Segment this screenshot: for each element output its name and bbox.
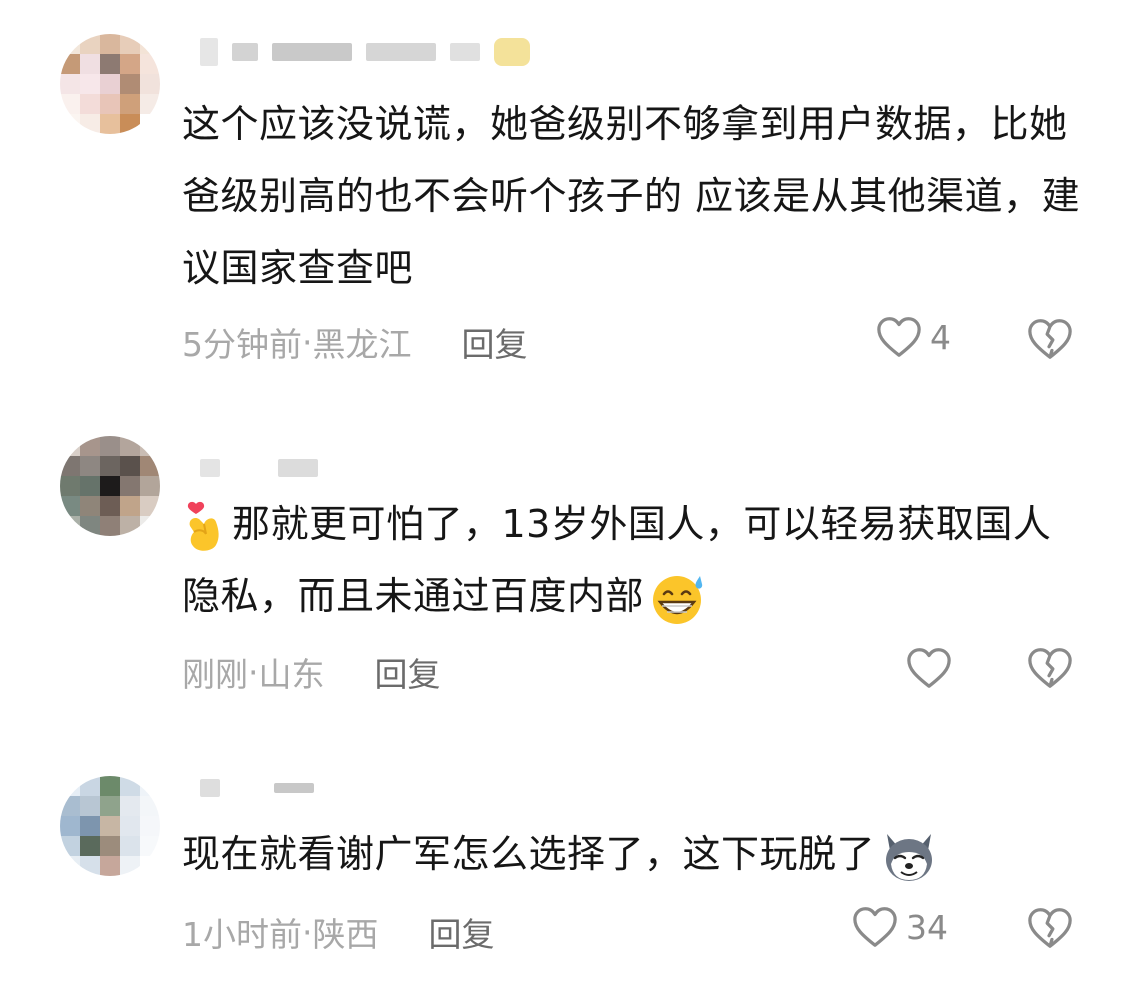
comment-item: 那就更可怕了，13岁外国人，可以轻易获取国人隐私，而且未通过百度内部 刚刚 · … bbox=[0, 420, 1125, 720]
username-blurred[interactable] bbox=[200, 38, 530, 66]
comment-time: 1小时前 bbox=[182, 915, 302, 954]
heart-outline-icon bbox=[876, 315, 922, 359]
grinning-sweat-emoji bbox=[650, 572, 708, 626]
username-blurred[interactable] bbox=[200, 456, 318, 480]
avatar[interactable] bbox=[60, 34, 160, 134]
reply-button[interactable]: 回复 bbox=[375, 648, 441, 696]
comment-text: 这个应该没说谎，她爸级别不够拿到用户数据，比她爸级别高的也不会听个孩子的 应该是… bbox=[182, 102, 1081, 290]
broken-heart-icon bbox=[1027, 906, 1073, 950]
comment-location: 黑龙江 bbox=[312, 325, 412, 364]
heart-outline-icon bbox=[906, 646, 952, 690]
like-count: 4 bbox=[930, 317, 951, 357]
like-button[interactable]: 34 bbox=[852, 905, 948, 949]
comment-item: 现在就看谢广军怎么选择了，这下玩脱了 1小时前 · 陕西 回复 34 bbox=[0, 760, 1125, 995]
finger-heart-emoji bbox=[182, 500, 226, 554]
comment-text: 现在就看谢广军怎么选择了，这下玩脱了 bbox=[182, 818, 1082, 890]
broken-heart-icon bbox=[1027, 317, 1073, 361]
dislike-button[interactable] bbox=[1027, 906, 1073, 950]
like-button[interactable]: 4 bbox=[876, 315, 951, 359]
meta-separator: · bbox=[302, 912, 313, 952]
heart-outline-icon bbox=[852, 905, 898, 949]
comment-location: 山东 bbox=[258, 655, 325, 694]
comment-text: 那就更可怕了，13岁外国人，可以轻易获取国人隐私，而且未通过百度内部 bbox=[182, 488, 1082, 632]
meta-separator: · bbox=[302, 322, 313, 362]
meta-separator: · bbox=[248, 652, 259, 692]
like-button[interactable] bbox=[906, 646, 960, 690]
username-blurred[interactable] bbox=[200, 776, 314, 800]
dislike-button[interactable] bbox=[1027, 317, 1073, 361]
dislike-button[interactable] bbox=[1027, 646, 1073, 690]
comment-item: 这个应该没说谎，她爸级别不够拿到用户数据，比她爸级别高的也不会听个孩子的 应该是… bbox=[0, 0, 1125, 380]
comment-text-content: 那就更可怕了，13岁外国人，可以轻易获取国人隐私，而且未通过百度内部 bbox=[182, 502, 1052, 618]
comment-meta: 5分钟前 · 黑龙江 回复 bbox=[182, 318, 528, 366]
comment-time: 5分钟前 bbox=[182, 325, 302, 364]
avatar[interactable] bbox=[60, 436, 160, 536]
comment-meta: 1小时前 · 陕西 回复 bbox=[182, 908, 495, 956]
reply-button[interactable]: 回复 bbox=[429, 908, 495, 956]
like-count: 34 bbox=[906, 907, 948, 947]
comment-meta: 刚刚 · 山东 回复 bbox=[182, 648, 441, 696]
husky-dog-emoji bbox=[881, 830, 937, 884]
reply-button[interactable]: 回复 bbox=[462, 318, 528, 366]
comment-text-content: 现在就看谢广军怎么选择了，这下玩脱了 bbox=[182, 832, 876, 876]
broken-heart-icon bbox=[1027, 646, 1073, 690]
comment-location: 陕西 bbox=[312, 915, 379, 954]
avatar[interactable] bbox=[60, 776, 160, 876]
comment-time: 刚刚 bbox=[182, 655, 248, 694]
